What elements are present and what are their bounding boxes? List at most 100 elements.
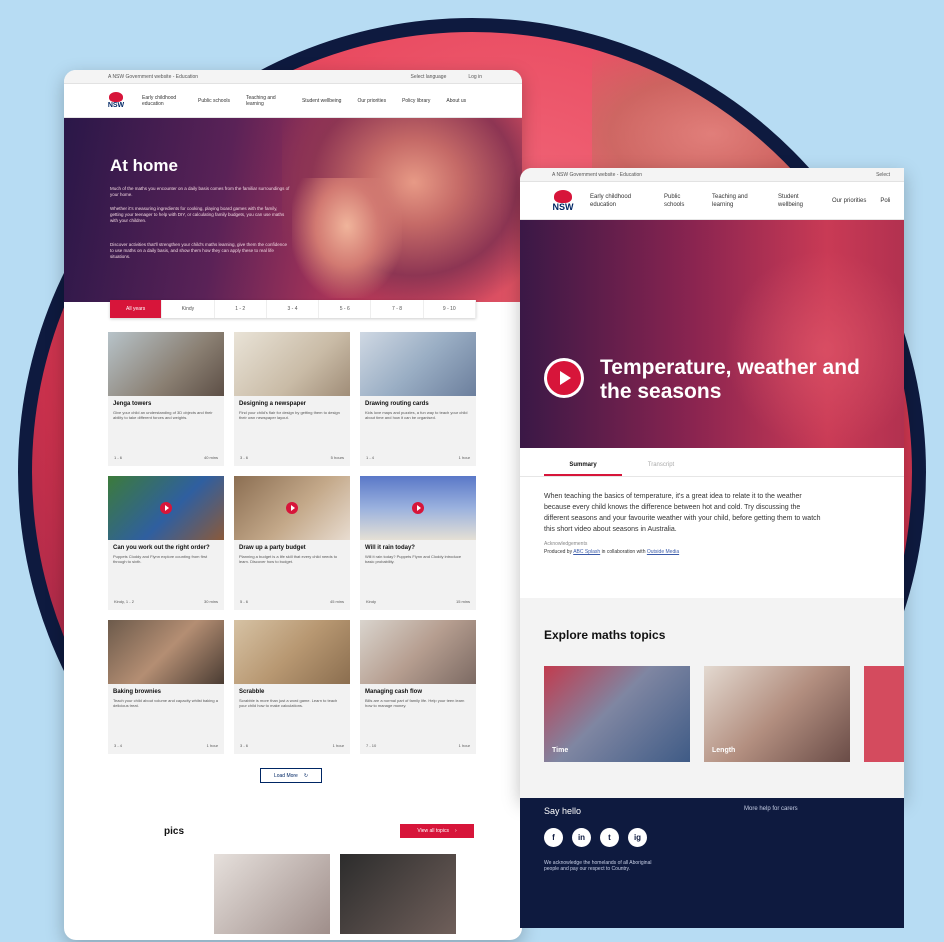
main-nav: NSW Early childhood education Public sch… bbox=[64, 84, 522, 118]
tab-transcript[interactable]: Transcript bbox=[622, 458, 700, 476]
activity-title: Draw up a party budget bbox=[239, 545, 306, 551]
tab-kindy[interactable]: Kindy bbox=[162, 300, 215, 318]
nav-item[interactable]: About us bbox=[446, 98, 466, 104]
duration-label: 1 hour bbox=[458, 743, 470, 748]
nav-item[interactable]: Student wellbeing bbox=[778, 193, 818, 209]
linkedin-icon[interactable]: in bbox=[572, 828, 591, 847]
chevron-right-icon: › bbox=[454, 828, 457, 834]
years-badge: Kindy bbox=[366, 599, 377, 604]
tab-9-10[interactable]: 9 - 10 bbox=[424, 300, 476, 318]
abc-splash-link[interactable]: ABC Splash bbox=[573, 549, 600, 555]
topic-card-time[interactable]: Time bbox=[544, 666, 690, 762]
years-badge: 5 - 6 bbox=[240, 599, 249, 604]
main-nav: NSW Early childhood education Public sch… bbox=[520, 182, 904, 220]
tab-7-8[interactable]: 7 - 8 bbox=[371, 300, 424, 318]
nav-item[interactable]: Policy library bbox=[402, 98, 430, 104]
topic-thumbnail[interactable] bbox=[340, 854, 456, 934]
nsw-logo[interactable]: NSW bbox=[550, 189, 576, 212]
language-selector[interactable]: Select language bbox=[411, 74, 447, 80]
play-icon[interactable] bbox=[160, 502, 172, 514]
nav-item[interactable]: Early childhood education bbox=[590, 193, 650, 209]
activity-title: Scrabble bbox=[239, 689, 265, 695]
activity-card[interactable]: Scrabble Scrabble is more than just a wo… bbox=[234, 620, 350, 754]
activity-card[interactable]: Drawing routing cards Kids love maps and… bbox=[360, 332, 476, 466]
login-link[interactable]: Log in bbox=[468, 74, 482, 80]
tab-summary[interactable]: Summary bbox=[544, 458, 622, 476]
topic-card-length[interactable]: Length bbox=[704, 666, 850, 762]
at-home-hero: At home Much of the maths you encounter … bbox=[64, 118, 522, 302]
duration-label: 1 hour bbox=[332, 743, 344, 748]
nav-item[interactable]: Student wellbeing bbox=[302, 98, 341, 104]
tab-5-6[interactable]: 5 - 6 bbox=[319, 300, 372, 318]
topic-thumbnails bbox=[214, 854, 456, 934]
nav-item[interactable]: Teaching and learning bbox=[712, 193, 764, 209]
activity-title: Designing a newspaper bbox=[239, 401, 307, 407]
outside-media-link[interactable]: Outside Media bbox=[647, 549, 679, 555]
years-badge: 1 - 6 bbox=[114, 455, 123, 460]
activity-card[interactable]: Can you work out the right order? Puppet… bbox=[108, 476, 224, 610]
hero-paragraph: Whether it's measuring ingredients for c… bbox=[110, 206, 285, 223]
activity-card[interactable]: Baking brownies Teach your child about v… bbox=[108, 620, 224, 754]
activity-image bbox=[360, 620, 476, 684]
activity-card[interactable]: Managing cash flow Bills are a normal pa… bbox=[360, 620, 476, 754]
more-help-link[interactable]: More help for carers bbox=[744, 806, 798, 813]
summary-text: When teaching the basics of temperature,… bbox=[544, 493, 821, 533]
activity-card[interactable]: Will it rain today? Will it rain today? … bbox=[360, 476, 476, 610]
activity-title: Can you work out the right order? bbox=[113, 545, 210, 551]
topic-card-next[interactable] bbox=[864, 666, 904, 762]
nav-item[interactable]: Teaching and learning bbox=[246, 95, 286, 107]
waratah-icon bbox=[554, 189, 572, 203]
topic-label: Length bbox=[712, 747, 736, 754]
years-badge: Kindy, 1 - 2 bbox=[114, 599, 134, 604]
nsw-logo[interactable]: NSW bbox=[106, 92, 126, 109]
gov-site-label: A NSW Government website - Education bbox=[108, 73, 199, 80]
activity-card[interactable]: Jenga towers Give your child an understa… bbox=[108, 332, 224, 466]
topic-label: Time bbox=[552, 747, 569, 754]
view-all-topics-button[interactable]: View all topics › bbox=[400, 824, 474, 838]
play-icon[interactable] bbox=[286, 502, 298, 514]
acknowledgement-of-country: We acknowledge the homelands of all Abor… bbox=[544, 860, 652, 872]
video-hero: Temperature, weather and the seasons bbox=[520, 220, 904, 448]
nav-item[interactable]: Early childhood education bbox=[142, 95, 182, 107]
tab-3-4[interactable]: 3 - 4 bbox=[267, 300, 320, 318]
duration-label: 15 mins bbox=[455, 599, 470, 604]
nav-item[interactable]: Our priorities bbox=[357, 98, 386, 104]
twitter-icon[interactable]: t bbox=[600, 828, 619, 847]
activity-desc: Teach your child about volume and capaci… bbox=[113, 698, 218, 708]
years-badge: 3 - 4 bbox=[114, 743, 123, 748]
language-selector[interactable]: Select bbox=[876, 172, 890, 178]
nav-item[interactable]: Public schools bbox=[664, 193, 698, 209]
nav-item[interactable]: Our priorities bbox=[832, 197, 866, 205]
explore-heading: Explore maths topics bbox=[544, 628, 666, 642]
produced-prefix: Produced by bbox=[544, 549, 573, 555]
page-title: At home bbox=[110, 156, 178, 175]
tab-1-2[interactable]: 1 - 2 bbox=[215, 300, 267, 318]
explore-section: Explore maths topics Time Length bbox=[520, 598, 904, 798]
activity-image bbox=[360, 476, 476, 540]
years-badge: 7 - 10 bbox=[366, 743, 377, 748]
at-home-page: A NSW Government website - Education Sel… bbox=[64, 70, 522, 940]
activity-title: Baking brownies bbox=[113, 689, 162, 695]
play-icon[interactable] bbox=[412, 502, 424, 514]
topic-thumbnail[interactable] bbox=[214, 854, 330, 934]
activity-grid: Jenga towers Give your child an understa… bbox=[108, 332, 476, 754]
play-video-button[interactable] bbox=[544, 358, 584, 398]
tab-all-years[interactable]: All years bbox=[110, 300, 163, 318]
nav-item[interactable]: Poli bbox=[880, 197, 890, 205]
years-badge: 3 - 6 bbox=[240, 743, 249, 748]
load-more-label: Load More bbox=[273, 772, 298, 779]
play-icon bbox=[547, 361, 581, 395]
activity-title: Jenga towers bbox=[113, 401, 152, 407]
activity-image bbox=[234, 620, 350, 684]
activity-image bbox=[108, 476, 224, 540]
facebook-icon[interactable]: f bbox=[544, 828, 563, 847]
activity-image bbox=[360, 332, 476, 396]
nav-item[interactable]: Public schools bbox=[198, 98, 230, 104]
activity-card[interactable]: Designing a newspaper Find your child's … bbox=[234, 332, 350, 466]
year-filter-tabs: All years Kindy 1 - 2 3 - 4 5 - 6 7 - 8 … bbox=[110, 300, 476, 318]
load-more-button[interactable]: Load More ↻ bbox=[260, 768, 322, 783]
gov-topbar: A NSW Government website - Education Sel… bbox=[64, 70, 522, 84]
activity-card[interactable]: Draw up a party budget Planning a budget… bbox=[234, 476, 350, 610]
produced-mid: in collaboration with bbox=[601, 549, 646, 555]
instagram-icon[interactable]: ig bbox=[628, 828, 647, 847]
